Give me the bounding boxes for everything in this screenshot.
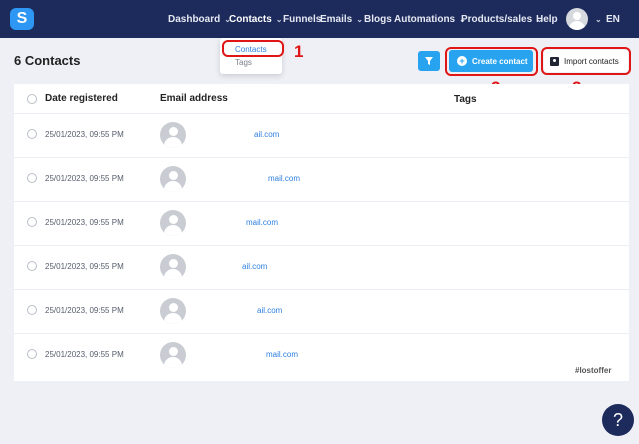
table-row[interactable]: 25/01/2023, 09:55 PM mail.com [14, 201, 629, 245]
row-date: 25/01/2023, 09:55 PM [45, 350, 124, 359]
nav-dashboard[interactable]: Dashboard ⌄ [168, 0, 231, 38]
nav-help[interactable]: Help [536, 0, 558, 38]
contacts-table: Date registered Email address Tags 25/01… [14, 84, 629, 381]
top-nav-bar: S Dashboard ⌄ Contacts ⌄ Funnels Emails ⌄ B… [0, 0, 639, 38]
filter-icon [425, 57, 433, 65]
import-contacts-button[interactable]: Import contacts [544, 50, 628, 72]
table-row[interactable]: 25/01/2023, 09:55 PM mail.com [14, 333, 629, 377]
user-avatar[interactable] [566, 8, 588, 30]
row-email[interactable]: mail.com [246, 218, 278, 227]
row-date: 25/01/2023, 09:55 PM [45, 218, 124, 227]
row-email[interactable]: ail.com [257, 306, 282, 315]
column-header-tags: Tags [454, 94, 477, 105]
chevron-down-icon: ⌄ [356, 14, 363, 24]
annotation-number-1: 1 [294, 42, 304, 61]
nav-automations[interactable]: Automations ⌄ [394, 0, 466, 38]
table-row[interactable]: 25/01/2023, 09:55 PM ail.com [14, 245, 629, 289]
language-selector[interactable]: EN [606, 0, 620, 38]
table-row[interactable]: 25/01/2023, 09:55 PM mail.com [14, 157, 629, 201]
chevron-down-icon: ⌄ [275, 14, 283, 24]
chevron-down-icon: ⌄ [595, 14, 602, 24]
avatar-head [573, 12, 581, 20]
row-select-radio[interactable] [27, 261, 37, 271]
table-row[interactable]: 25/01/2023, 09:55 PM ail.com [14, 289, 629, 333]
page-title: 6 Contacts [14, 53, 81, 68]
row-email[interactable]: mail.com [266, 350, 298, 359]
contact-card-icon [550, 56, 559, 66]
contact-avatar [160, 210, 186, 236]
nav-contacts[interactable]: Contacts ⌄ [229, 0, 283, 38]
contact-avatar [160, 298, 186, 324]
row-select-radio[interactable] [27, 129, 37, 139]
row-email[interactable]: ail.com [242, 262, 267, 271]
app-logo[interactable]: S [10, 8, 34, 30]
row-date: 25/01/2023, 09:55 PM [45, 174, 124, 183]
nav-funnels[interactable]: Funnels [283, 0, 321, 38]
help-chat-button[interactable]: ? [602, 404, 634, 436]
row-email[interactable]: ail.com [254, 130, 279, 139]
contact-avatar [160, 342, 186, 368]
dropdown-item-tags[interactable]: Tags [235, 58, 252, 67]
avatar-body [569, 21, 585, 30]
row-date: 25/01/2023, 09:55 PM [45, 130, 124, 139]
user-menu-chevron[interactable]: ⌄ [591, 0, 602, 38]
plus-icon: + [457, 56, 467, 66]
row-select-radio[interactable] [27, 305, 37, 315]
column-header-date[interactable]: Date registered [45, 93, 118, 104]
watermark: #lostoffer [575, 366, 612, 375]
row-select-radio[interactable] [27, 217, 37, 227]
nav-blogs[interactable]: Blogs [364, 0, 392, 38]
row-select-radio[interactable] [27, 173, 37, 183]
row-date: 25/01/2023, 09:55 PM [45, 262, 124, 271]
select-all-radio[interactable] [27, 94, 37, 104]
contact-avatar [160, 254, 186, 280]
annotation-box-1 [222, 40, 284, 57]
row-date: 25/01/2023, 09:55 PM [45, 306, 124, 315]
filter-button[interactable] [418, 51, 440, 71]
column-header-email: Email address [160, 93, 228, 104]
nav-products-sales[interactable]: Products/sales ⌄ [461, 0, 543, 38]
contact-avatar [160, 122, 186, 148]
create-contact-button[interactable]: + Create contact [449, 50, 533, 72]
nav-emails[interactable]: Emails ⌄ [320, 0, 363, 38]
row-email[interactable]: mail.com [268, 174, 300, 183]
row-select-radio[interactable] [27, 349, 37, 359]
contact-avatar [160, 166, 186, 192]
table-row[interactable]: 25/01/2023, 09:55 PM ail.com [14, 113, 629, 157]
